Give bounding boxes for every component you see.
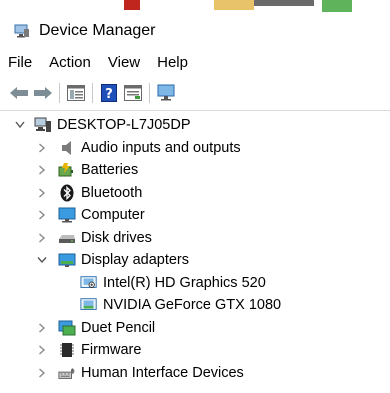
duet-device-icon (58, 320, 76, 336)
window-title: Device Manager (39, 22, 156, 39)
taskbar-app-icon[interactable] (124, 0, 140, 10)
help-icon[interactable]: ? (97, 82, 121, 104)
tree-item-duet-pencil[interactable]: Duet Pencil (0, 317, 390, 340)
expand-chevron-icon[interactable] (36, 187, 48, 199)
speaker-icon (58, 140, 76, 156)
collapse-chevron-icon[interactable] (14, 119, 26, 131)
tree-child-intel-graphics[interactable]: Intel(R) HD Graphics 520 (0, 272, 390, 295)
taskbar-app-icon[interactable] (322, 0, 352, 12)
tree-item-label: Display adapters (81, 252, 189, 269)
monitor-icon (58, 207, 76, 223)
computer-tower-icon (34, 117, 52, 133)
tree-item-firmware[interactable]: Firmware (0, 339, 390, 362)
taskbar-strip (0, 0, 390, 14)
tree-item-bluetooth[interactable]: Bluetooth (0, 182, 390, 205)
expand-chevron-icon[interactable] (36, 232, 48, 244)
menu-bar: File Action View Help (0, 50, 197, 74)
expand-chevron-icon[interactable] (36, 344, 48, 356)
tree-item-label: Computer (81, 207, 145, 224)
tree-item-computer[interactable]: Computer (0, 204, 390, 227)
expand-chevron-icon[interactable] (36, 142, 48, 154)
tree-child-label: NVIDIA GeForce GTX 1080 (103, 297, 282, 314)
gpu-monitor-icon (80, 275, 98, 291)
tree-item-hid[interactable]: Human Interface Devices (0, 362, 390, 385)
tree-item-audio[interactable]: Audio inputs and outputs (0, 137, 390, 160)
tree-item-label: Batteries (81, 162, 139, 179)
hid-device-icon (58, 365, 76, 381)
tree-item-label: Audio inputs and outputs (81, 139, 241, 156)
menu-file[interactable]: File (0, 54, 39, 71)
tree-item-label: Duet Pencil (81, 319, 156, 336)
toolbar-separator (149, 83, 150, 103)
expand-chevron-icon[interactable] (36, 164, 48, 176)
toolbar-separator (59, 83, 60, 103)
menu-action[interactable]: Action (41, 54, 98, 71)
tree-item-display-adapters[interactable]: Display adapters (0, 249, 390, 272)
title-bar: Device Manager (0, 14, 390, 48)
tree-item-batteries[interactable]: Batteries (0, 159, 390, 182)
tree-item-label: Firmware (81, 342, 142, 359)
toolbar: ? (0, 79, 390, 107)
device-tree: DESKTOP-L7J05DP Audio inputs and outputs… (0, 114, 390, 384)
expand-chevron-icon[interactable] (36, 209, 48, 221)
gpu-monitor-icon (80, 297, 98, 313)
bluetooth-icon (58, 184, 76, 202)
tree-item-label: Human Interface Devices (81, 364, 244, 381)
disk-drive-icon (58, 230, 76, 246)
menu-help[interactable]: Help (149, 54, 195, 71)
tree-item-label: Disk drives (81, 229, 152, 246)
collapse-chevron-icon[interactable] (36, 254, 48, 266)
display-adapter-icon (58, 252, 76, 268)
device-manager-icon (14, 24, 30, 38)
tree-root[interactable]: DESKTOP-L7J05DP (0, 114, 390, 137)
scan-hardware-icon[interactable] (154, 82, 178, 104)
toolbar-separator (92, 83, 93, 103)
taskbar-folder-icon[interactable] (214, 0, 254, 10)
show-hide-tree-icon[interactable] (64, 82, 88, 104)
tree-item-label: Bluetooth (81, 184, 143, 201)
toolbar-divider (0, 110, 390, 111)
firmware-chip-icon (58, 342, 76, 358)
forward-arrow-icon[interactable] (31, 82, 55, 104)
expand-chevron-icon[interactable] (36, 367, 48, 379)
back-arrow-icon[interactable] (7, 82, 31, 104)
battery-icon (58, 162, 76, 178)
tree-child-nvidia-gpu[interactable]: NVIDIA GeForce GTX 1080 (0, 294, 390, 317)
expand-chevron-icon[interactable] (36, 322, 48, 334)
tree-item-disk-drives[interactable]: Disk drives (0, 227, 390, 250)
taskbar-app-icon[interactable] (254, 0, 314, 6)
tree-child-label: Intel(R) HD Graphics 520 (103, 274, 266, 291)
tree-root-label: DESKTOP-L7J05DP (57, 117, 191, 134)
menu-view[interactable]: View (100, 54, 147, 71)
svg-text:?: ? (105, 87, 113, 102)
properties-icon[interactable] (121, 82, 145, 104)
